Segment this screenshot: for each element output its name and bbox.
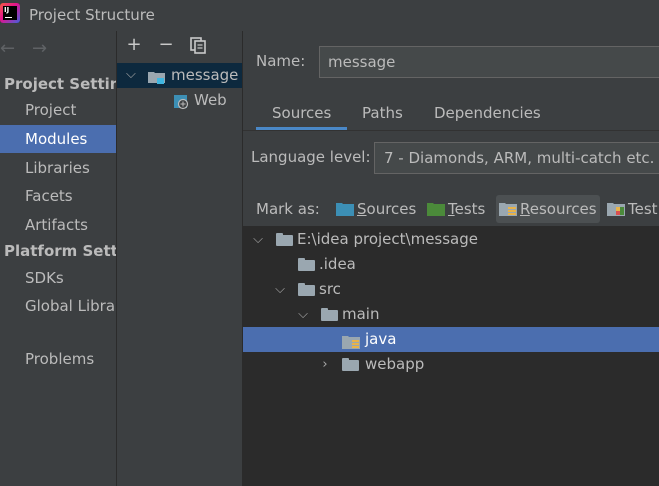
sources-label: ources (366, 200, 417, 218)
test-resources-folder-icon (607, 202, 625, 216)
folder-icon (342, 358, 359, 371)
nav-item-global-libraries[interactable]: Global Librar (0, 292, 121, 320)
resources-folder-icon (342, 332, 360, 349)
test-resources-label: Test (628, 200, 658, 218)
tree-item-content-root[interactable]: ⌵ E:\idea project\message (243, 227, 659, 252)
copy-icon[interactable] (190, 37, 207, 54)
intellij-logo-icon: IJ (0, 3, 20, 23)
mark-as-sources-button[interactable]: Sources (336, 195, 416, 223)
mark-as-tests-button[interactable]: Tests (427, 195, 485, 223)
folder-icon (276, 233, 293, 246)
resources-label: esources (529, 200, 597, 218)
web-facet-label: Web (194, 91, 227, 109)
window-title: Project Structure (29, 6, 155, 24)
tree-item-label: .idea (319, 255, 356, 273)
module-name-input[interactable]: message (319, 46, 659, 78)
project-settings-header: Project Setting (4, 75, 132, 93)
folder-icon (321, 308, 338, 321)
tests-mnemonic: T (448, 200, 455, 218)
mark-as-label: Mark as: (256, 200, 320, 218)
back-arrow-icon[interactable]: ← (0, 38, 15, 59)
nav-item-modules[interactable]: Modules (0, 125, 116, 153)
sources-mnemonic: S (357, 200, 367, 218)
tests-label: ests (454, 200, 486, 218)
tree-item-java[interactable]: java (243, 327, 659, 352)
folder-icon (298, 283, 315, 296)
tab-sources[interactable]: Sources (272, 104, 331, 128)
chevron-down-icon[interactable]: ⌵ (251, 227, 265, 252)
tree-item-src[interactable]: ⌵ src (243, 277, 659, 302)
nav-item-facets[interactable]: Facets (0, 182, 116, 210)
chevron-down-icon[interactable]: ⌵ (273, 277, 287, 302)
module-tree-item-message[interactable]: ⌵ message (117, 63, 242, 88)
tree-item-idea[interactable]: .idea (243, 252, 659, 277)
tree-item-label: java (365, 330, 397, 348)
chevron-down-icon[interactable]: ⌵ (296, 302, 310, 327)
module-label: message (171, 66, 239, 84)
platform-settings-header: Platform Settin (4, 242, 134, 260)
module-folder-icon (148, 68, 165, 84)
resources-mnemonic: R (520, 200, 530, 218)
tree-item-label: webapp (365, 355, 425, 373)
name-label: Name: (256, 52, 306, 70)
nav-item-sdks[interactable]: SDKs (0, 264, 116, 292)
tree-item-label: src (319, 280, 341, 298)
tab-dependencies[interactable]: Dependencies (434, 104, 541, 128)
web-facet-icon (173, 93, 189, 110)
tests-folder-icon (427, 202, 445, 216)
remove-icon[interactable]: − (156, 36, 176, 56)
nav-item-artifacts[interactable]: Artifacts (0, 211, 116, 239)
mark-as-test-resources-button[interactable]: Test (607, 195, 659, 223)
nav-item-libraries[interactable]: Libraries (0, 154, 116, 182)
nav-item-project[interactable]: Project (0, 96, 116, 124)
add-icon[interactable]: + (124, 36, 144, 56)
mark-as-resources-button[interactable]: Resources (496, 195, 600, 223)
chevron-down-icon[interactable]: ⌵ (126, 63, 136, 87)
tabs-divider (243, 130, 659, 131)
module-tree-item-web[interactable]: Web (117, 88, 242, 113)
tree-item-webapp[interactable]: › webapp (243, 352, 659, 377)
tree-item-main[interactable]: ⌵ main (243, 302, 659, 327)
language-level-select[interactable]: 7 - Diamonds, ARM, multi-catch etc. (374, 142, 659, 174)
tree-item-label: E:\idea project\message (297, 230, 478, 248)
tab-paths[interactable]: Paths (362, 104, 403, 128)
forward-arrow-icon[interactable]: → (32, 38, 47, 59)
resources-folder-icon (499, 202, 517, 216)
tree-item-label: main (342, 305, 380, 323)
chevron-right-icon[interactable]: › (318, 352, 332, 377)
folder-icon (298, 258, 315, 271)
language-level-label: Language level: (251, 148, 371, 166)
sources-folder-icon (336, 202, 354, 216)
nav-item-problems[interactable]: Problems (0, 345, 116, 373)
